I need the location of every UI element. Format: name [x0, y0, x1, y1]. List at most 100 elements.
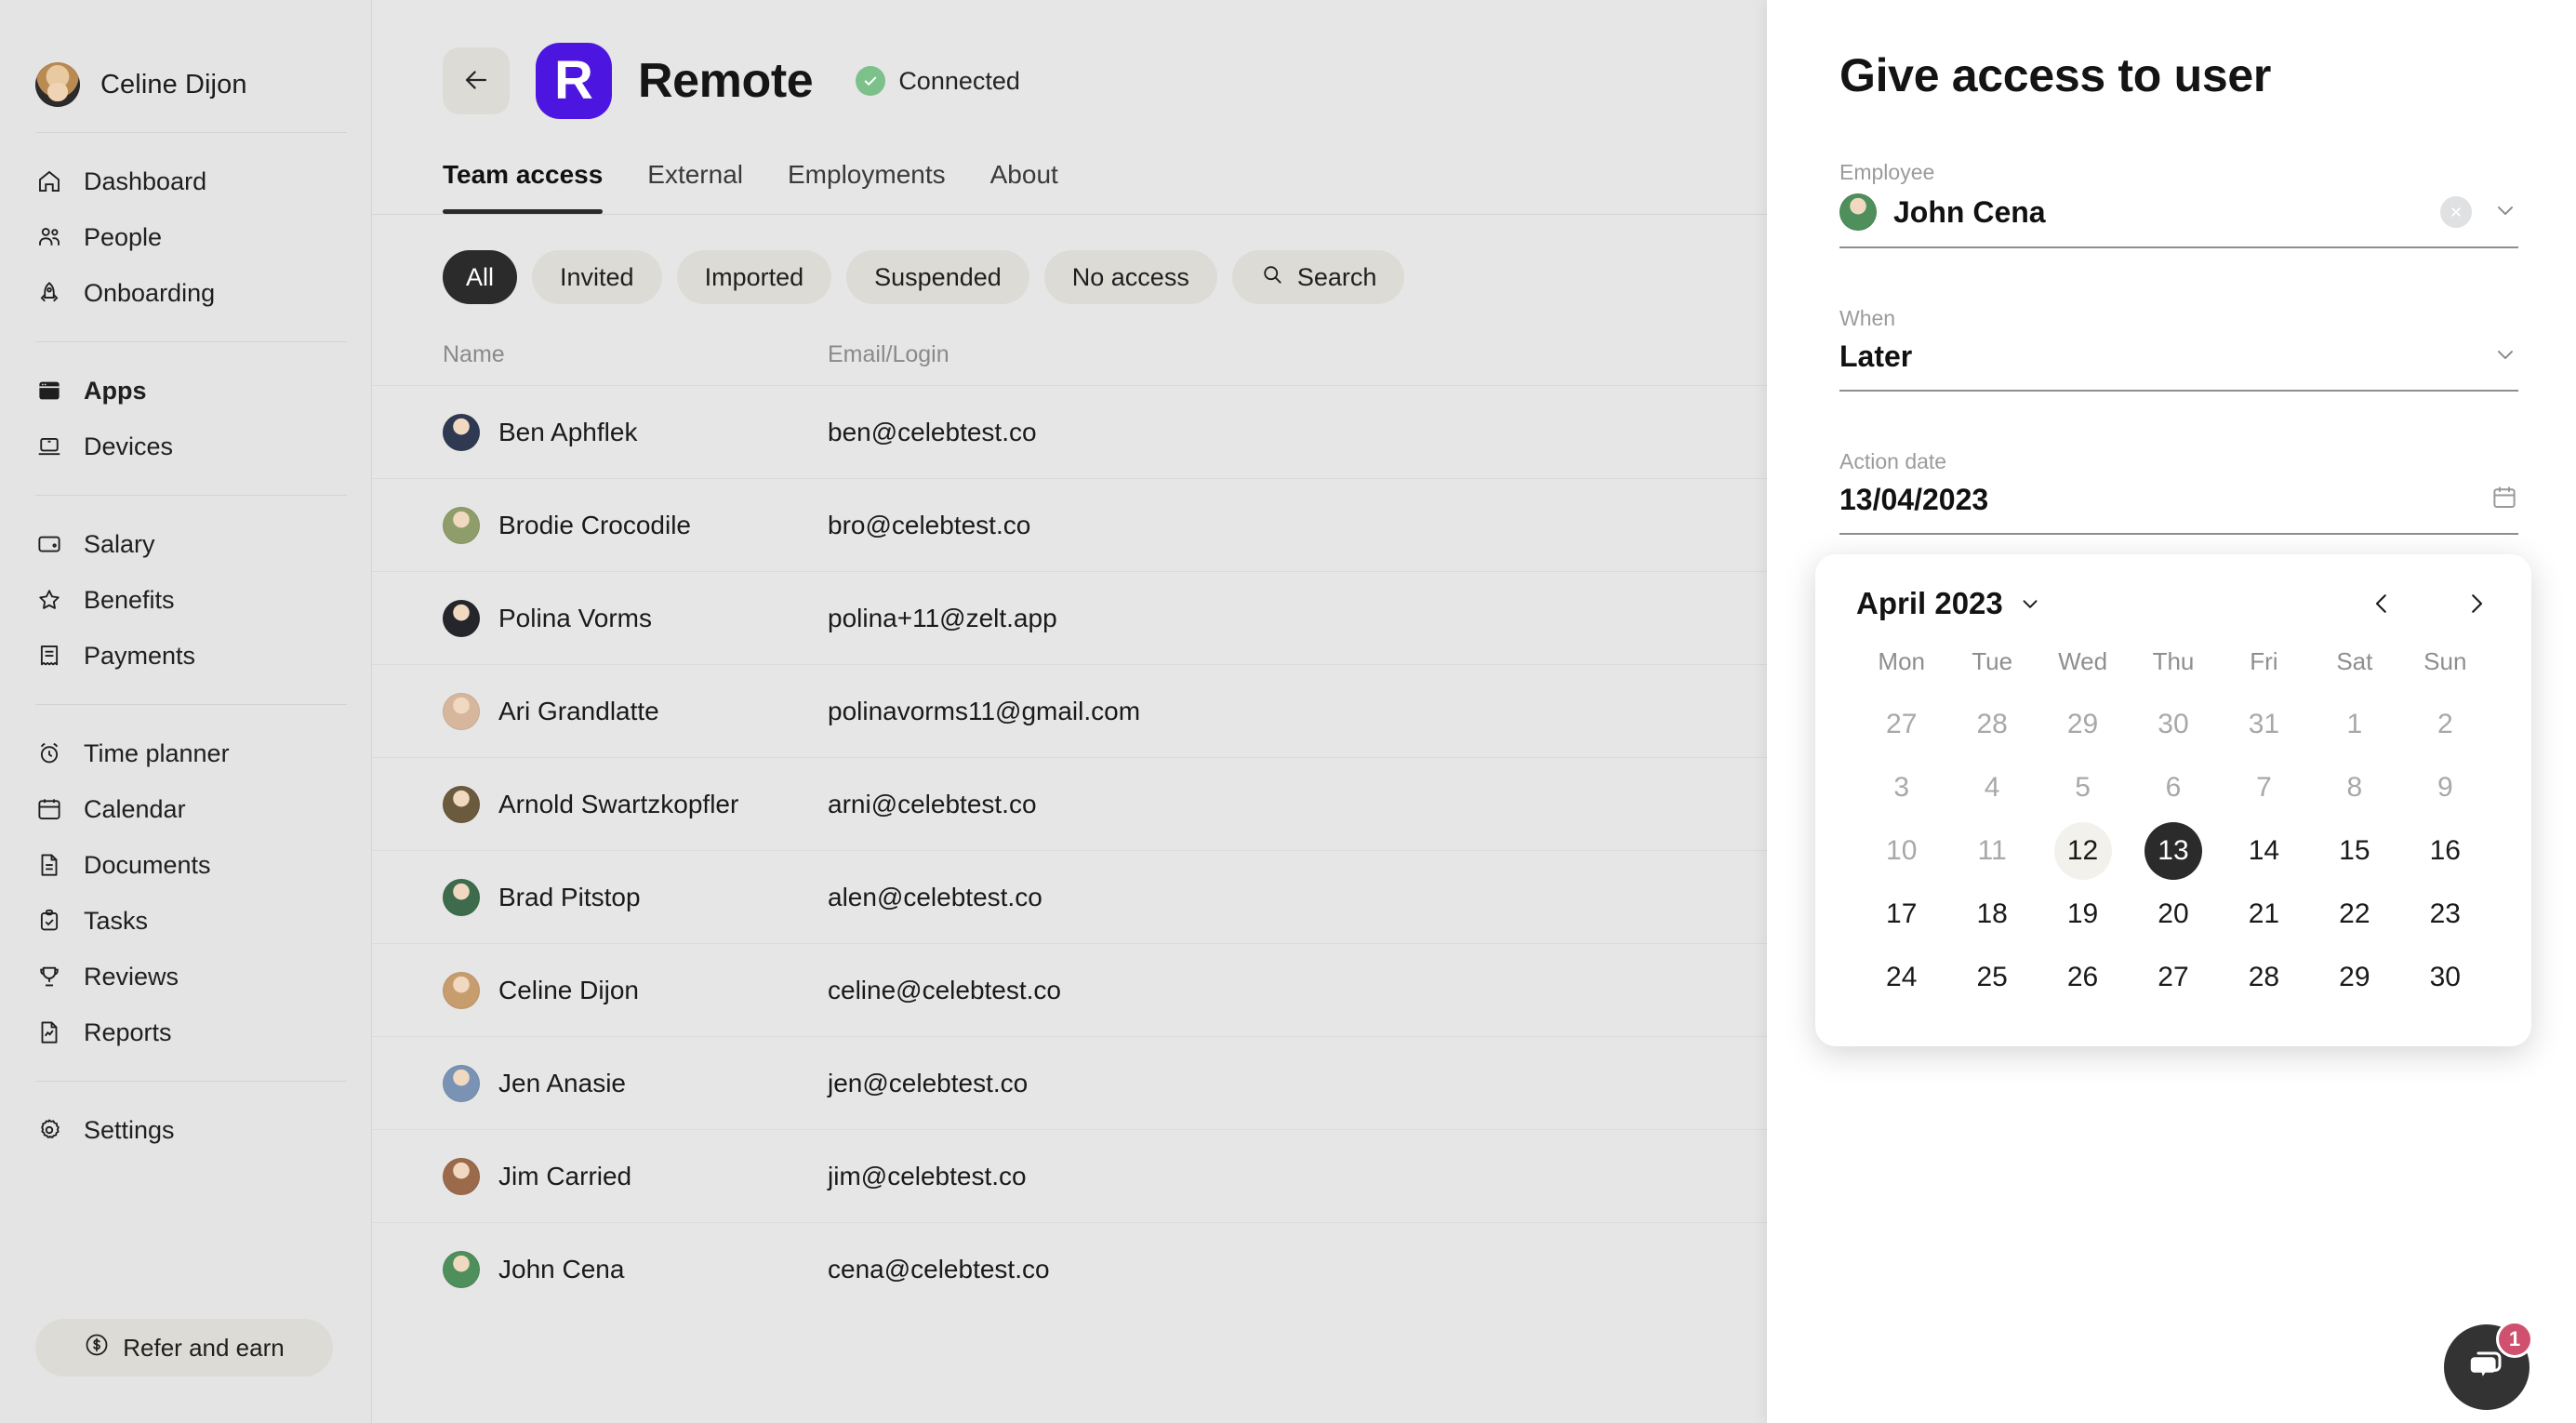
calendar-day[interactable]: 14 — [2219, 819, 2309, 883]
filter-pill-invited[interactable]: Invited — [532, 250, 662, 304]
employee-name: John Cena — [1893, 194, 2046, 229]
tab-employments[interactable]: Employments — [788, 160, 946, 214]
calendar-day[interactable]: 6 — [2128, 756, 2218, 819]
calendar-day[interactable]: 25 — [1946, 946, 2037, 1009]
employee-field-icons — [2440, 196, 2518, 228]
calendar-day-label: 5 — [2075, 772, 2091, 803]
calendar-day[interactable]: 1 — [2309, 693, 2399, 756]
calendar-day[interactable]: 17 — [1856, 883, 1946, 946]
calendar-day[interactable]: 8 — [2309, 756, 2399, 819]
app-root: Celine Dijon Dashboard People Onboarding Ap… — [0, 0, 2576, 1423]
calendar-day[interactable]: 28 — [1946, 693, 2037, 756]
calendar-day[interactable]: 21 — [2219, 883, 2309, 946]
when-select[interactable]: Later — [1839, 339, 2518, 392]
cell-email: bro@celebtest.co — [828, 510, 1031, 539]
search-button[interactable]: Search — [1231, 250, 1405, 304]
back-button[interactable] — [443, 47, 510, 114]
filter-pill-imported[interactable]: Imported — [676, 250, 832, 304]
calendar-day[interactable]: 5 — [2038, 756, 2128, 819]
calendar-day[interactable]: 23 — [2400, 883, 2490, 946]
calendar-day[interactable]: 27 — [1856, 693, 1946, 756]
sidebar-item-reviews[interactable]: Reviews — [0, 949, 371, 1004]
calendar-day[interactable]: 18 — [1946, 883, 2037, 946]
sidebar-item-people[interactable]: People — [0, 209, 371, 265]
calendar-day[interactable]: 10 — [1856, 819, 1946, 883]
calendar-day[interactable]: 31 — [2219, 693, 2309, 756]
chat-widget-button[interactable]: 1 — [2444, 1321, 2533, 1410]
tab-external[interactable]: External — [647, 160, 743, 214]
calendar-day[interactable]: 16 — [2400, 819, 2490, 883]
calendar-day[interactable]: 30 — [2128, 693, 2218, 756]
calendar-day-label: 8 — [2346, 772, 2363, 803]
sidebar-group: Settings — [0, 1082, 371, 1158]
sidebar-item-payments[interactable]: Payments — [0, 628, 371, 684]
calendar-day[interactable]: 9 — [2400, 756, 2490, 819]
calendar-day[interactable]: 7 — [2219, 756, 2309, 819]
calendar-day[interactable]: 26 — [2038, 946, 2128, 1009]
calendar-day[interactable]: 29 — [2309, 946, 2399, 1009]
calendar-day[interactable]: 15 — [2309, 819, 2399, 883]
calendar-day[interactable]: 13 — [2128, 819, 2218, 883]
calendar-day[interactable]: 12 — [2038, 819, 2128, 883]
calendar-day[interactable]: 27 — [2128, 946, 2218, 1009]
sidebar-item-calendar[interactable]: Calendar — [0, 781, 371, 837]
sidebar-item-settings[interactable]: Settings — [0, 1102, 371, 1158]
calendar-day[interactable]: 2 — [2400, 693, 2490, 756]
chevron-left-icon[interactable] — [2368, 590, 2396, 618]
cell-email: jen@celebtest.co — [828, 1068, 1029, 1097]
action-date-input[interactable]: 13/04/2023 — [1839, 483, 2518, 535]
sidebar-item-time-planner[interactable]: Time planner — [0, 725, 371, 781]
sidebar-item-label: People — [84, 222, 163, 251]
calendar-day[interactable]: 30 — [2400, 946, 2490, 1009]
sidebar-item-apps[interactable]: Apps — [0, 363, 371, 419]
calendar-day[interactable]: 19 — [2038, 883, 2128, 946]
calendar-day[interactable]: 3 — [1856, 756, 1946, 819]
calendar-icon[interactable] — [2490, 484, 2518, 516]
calendar-day[interactable]: 22 — [2309, 883, 2399, 946]
sidebar-item-salary[interactable]: Salary — [0, 516, 371, 572]
chevron-right-icon[interactable] — [2463, 590, 2490, 618]
chevron-down-icon[interactable] — [2492, 341, 2518, 372]
weekday-header: Sun — [2423, 647, 2467, 675]
tab-about[interactable]: About — [990, 160, 1058, 214]
chevron-down-icon[interactable] — [2018, 592, 2042, 616]
filter-pill-no-access[interactable]: No access — [1043, 250, 1217, 304]
calendar-day[interactable]: 11 — [1946, 819, 2037, 883]
sidebar-item-tasks[interactable]: Tasks — [0, 893, 371, 949]
weekday-header: Sat — [2336, 647, 2373, 675]
cell-name: Polina Vorms — [443, 599, 828, 637]
calendar-day[interactable]: 28 — [2219, 946, 2309, 1009]
clear-circle-icon[interactable] — [2440, 196, 2472, 228]
document-icon — [35, 851, 63, 879]
give-access-panel: Give access to user Employee John Cena W… — [1767, 0, 2576, 1423]
avatar — [443, 599, 480, 637]
sidebar-item-onboarding[interactable]: Onboarding — [0, 265, 371, 321]
refer-and-earn-button[interactable]: Refer and earn — [35, 1319, 333, 1376]
sidebar-item-documents[interactable]: Documents — [0, 837, 371, 893]
calendar-day[interactable]: 4 — [1946, 756, 2037, 819]
chevron-down-icon[interactable] — [2492, 197, 2518, 228]
filter-pill-all[interactable]: All — [443, 250, 518, 304]
calendar-day-label: 31 — [2248, 709, 2280, 739]
employee-select[interactable]: John Cena — [1839, 193, 2518, 248]
tab-team-access[interactable]: Team access — [443, 160, 604, 214]
sidebar-user[interactable]: Celine Dijon — [0, 0, 371, 112]
when-field-icons — [2492, 341, 2518, 372]
filter-pill-suspended[interactable]: Suspended — [846, 250, 1029, 304]
alarm-clock-icon — [35, 739, 63, 767]
action-date-field: Action date 13/04/2023 — [1839, 449, 2518, 535]
calendar-day-label: 24 — [1886, 962, 1918, 992]
sidebar-item-reports[interactable]: Reports — [0, 1004, 371, 1060]
sidebar-item-label: Documents — [84, 850, 211, 879]
avatar — [443, 878, 480, 916]
sidebar-item-benefits[interactable]: Benefits — [0, 572, 371, 628]
avatar — [443, 1064, 480, 1102]
wallet-icon — [35, 530, 63, 558]
calendar-day[interactable]: 29 — [2038, 693, 2128, 756]
calendar-day[interactable]: 20 — [2128, 883, 2218, 946]
remote-logo-letter: R — [554, 50, 593, 111]
sidebar-item-dashboard[interactable]: Dashboard — [0, 153, 371, 209]
sidebar-item-devices[interactable]: Devices — [0, 419, 371, 474]
calendar-day[interactable]: 24 — [1856, 946, 1946, 1009]
